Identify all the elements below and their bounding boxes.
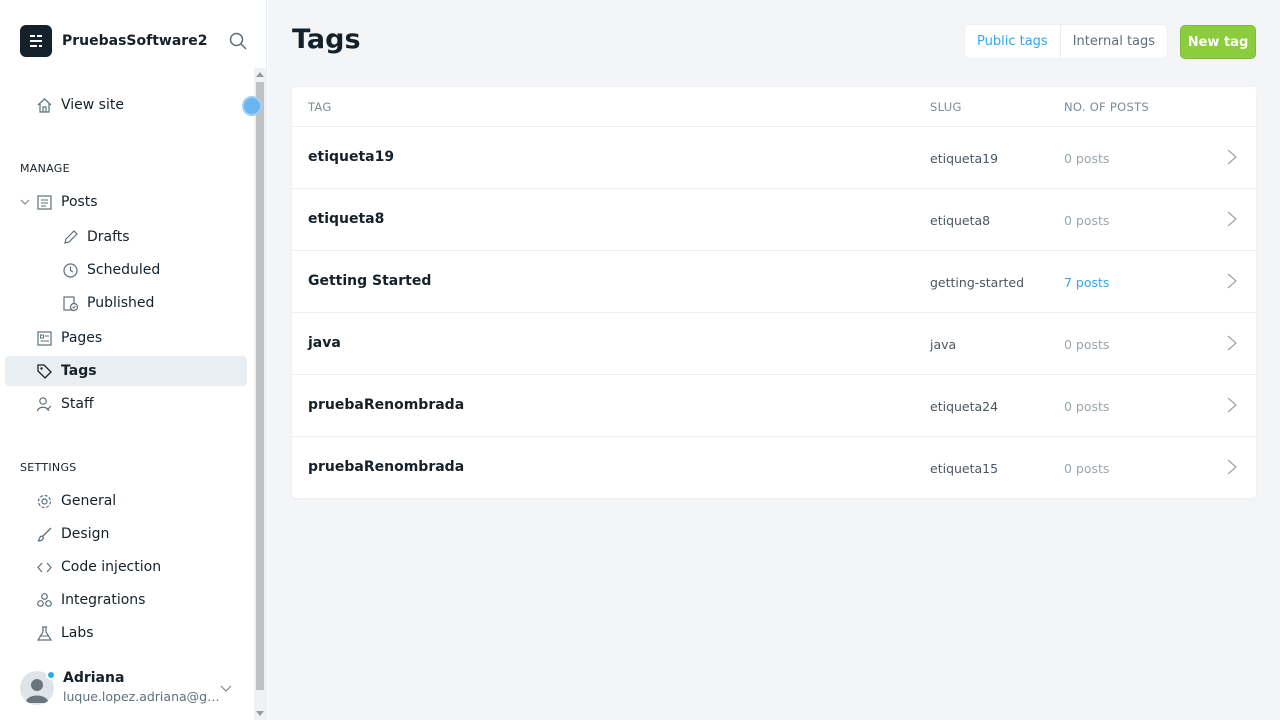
chevron-down-icon[interactable] — [220, 682, 232, 694]
pencil-icon — [64, 230, 78, 244]
nav-labs[interactable]: Labs — [5, 618, 247, 648]
nav-label: Code injection — [61, 559, 162, 575]
user-name: Adriana — [63, 670, 125, 686]
nav-label: View site — [61, 97, 124, 113]
nav-label: General — [61, 493, 117, 509]
flask-icon — [36, 626, 53, 641]
tag-slug: etiqueta15 — [930, 461, 999, 476]
nav-staff[interactable]: Staff — [5, 389, 247, 419]
scroll-down-arrow[interactable] — [256, 711, 264, 716]
table-row[interactable]: java java 0 posts — [292, 313, 1256, 375]
tag-name: etiqueta19 — [308, 149, 395, 165]
chevron-down-icon[interactable] — [20, 197, 30, 207]
nav-drafts[interactable]: Drafts — [5, 222, 247, 252]
nav-design[interactable]: Design — [5, 519, 247, 549]
tab-internal-tags[interactable]: Internal tags — [1061, 25, 1167, 58]
tag-slug: etiqueta24 — [930, 399, 999, 414]
table-row[interactable]: pruebaRenombrada etiqueta15 0 posts — [292, 437, 1256, 499]
brand[interactable]: PruebasSoftware2 — [20, 25, 207, 57]
staff-icon — [36, 397, 52, 412]
nav-code-injection[interactable]: Code injection — [5, 552, 247, 582]
tag-slug: etiqueta19 — [930, 151, 999, 166]
chevron-right-icon — [1227, 459, 1237, 475]
ghost-logo-icon — [20, 25, 52, 57]
nav-label: Scheduled — [87, 262, 161, 278]
section-manage: MANAGE — [20, 162, 70, 175]
home-icon — [37, 98, 52, 113]
chevron-right-icon — [1227, 273, 1237, 289]
header-tag: TAG — [308, 100, 332, 114]
nav-general[interactable]: General — [5, 486, 247, 516]
page-title: Tags — [292, 24, 361, 55]
tag-name: java — [308, 335, 341, 351]
table-row[interactable]: Getting Started getting-started 7 posts — [292, 251, 1256, 313]
main-content: Tags Public tags Internal tags New tag T… — [268, 0, 1280, 720]
nav-view-site[interactable]: View site — [5, 90, 247, 120]
nav-label: Pages — [61, 330, 103, 346]
site-name: PruebasSoftware2 — [62, 33, 208, 49]
user-email: luque.lopez.adriana@gm... — [63, 689, 223, 704]
chevron-right-icon — [1227, 211, 1237, 227]
nav-label: Posts — [61, 194, 98, 210]
tag-icon — [37, 364, 52, 379]
chevron-right-icon — [1227, 397, 1237, 413]
integrations-icon — [37, 593, 52, 607]
table-row[interactable]: etiqueta8 etiqueta8 0 posts — [292, 189, 1256, 251]
tag-name: Getting Started — [308, 273, 432, 289]
chevron-right-icon — [1227, 149, 1237, 165]
nav-published[interactable]: Published — [5, 288, 247, 318]
scroll-up-arrow[interactable] — [256, 72, 264, 77]
tag-post-count: 0 posts — [1064, 461, 1110, 476]
nav-integrations[interactable]: Integrations — [5, 585, 247, 615]
tag-slug: etiqueta8 — [930, 213, 991, 228]
tab-public-tags[interactable]: Public tags — [965, 25, 1061, 58]
chevron-right-icon — [1227, 335, 1237, 351]
search-icon[interactable] — [228, 31, 248, 51]
table-row[interactable]: etiqueta19 etiqueta19 0 posts — [292, 127, 1256, 189]
cursor-indicator — [242, 96, 262, 116]
tag-name: etiqueta8 — [308, 211, 385, 227]
tag-name: pruebaRenombrada — [308, 397, 465, 413]
nav-label: Labs — [61, 625, 94, 641]
sidebar-scrollbar[interactable] — [254, 68, 266, 720]
nav-posts[interactable]: Posts — [5, 187, 247, 217]
tag-name: pruebaRenombrada — [308, 459, 465, 475]
status-dot — [46, 670, 56, 680]
clock-icon — [63, 263, 78, 278]
section-settings: SETTINGS — [20, 461, 77, 474]
nav-label: Drafts — [87, 229, 130, 245]
header-slug: SLUG — [930, 100, 962, 114]
nav-scheduled[interactable]: Scheduled — [5, 255, 247, 285]
nav-label: Tags — [61, 363, 97, 379]
tag-post-count-link[interactable]: 7 posts — [1064, 275, 1109, 290]
scroll-thumb[interactable] — [256, 82, 264, 690]
table-header: TAG SLUG NO. OF POSTS — [292, 87, 1256, 127]
nav-label: Staff — [61, 396, 94, 412]
new-tag-button[interactable]: New tag — [1180, 25, 1256, 59]
tags-table: TAG SLUG NO. OF POSTS etiqueta19 etiquet… — [292, 87, 1256, 498]
brush-icon — [37, 527, 52, 542]
header-posts: NO. OF POSTS — [1064, 100, 1150, 114]
nav-label: Published — [87, 295, 155, 311]
tag-post-count: 0 posts — [1064, 213, 1110, 228]
nav-label: Integrations — [61, 592, 146, 608]
tag-post-count: 0 posts — [1064, 337, 1110, 352]
sidebar: PruebasSoftware2 View site MANAGE Posts … — [0, 0, 267, 720]
posts-icon — [37, 195, 52, 210]
nav-pages[interactable]: Pages — [5, 323, 247, 353]
tag-post-count: 0 posts — [1064, 151, 1110, 166]
tag-slug: java — [930, 337, 957, 352]
user-menu[interactable]: Adriana luque.lopez.adriana@gm... — [20, 668, 250, 708]
pages-icon — [37, 331, 52, 346]
tag-type-switch: Public tags Internal tags — [965, 25, 1168, 58]
tag-slug: getting-started — [930, 275, 1025, 290]
gear-icon — [37, 494, 52, 509]
nav-label: Design — [61, 526, 110, 542]
code-icon — [37, 562, 52, 573]
tag-post-count: 0 posts — [1064, 399, 1110, 414]
table-row[interactable]: pruebaRenombrada etiqueta24 0 posts — [292, 375, 1256, 437]
published-icon — [63, 296, 79, 312]
nav-tags[interactable]: Tags — [5, 356, 247, 386]
